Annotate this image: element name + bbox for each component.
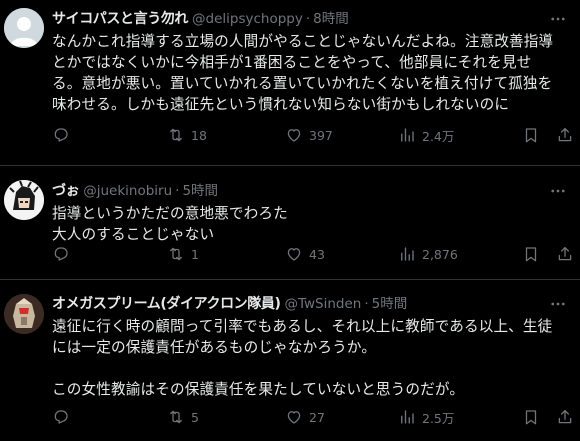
anime-character-avatar-icon bbox=[4, 180, 44, 220]
timeline-feed: サイコパスと言う勿れ @delipsychoppy · 8時間 なんかこれ指導す… bbox=[0, 0, 580, 441]
timestamp[interactable]: 8時間 bbox=[313, 9, 349, 29]
views-chart-icon bbox=[398, 126, 416, 144]
more-options-button[interactable] bbox=[548, 9, 568, 29]
display-name[interactable]: づぉ bbox=[52, 181, 80, 201]
separator-dot: · bbox=[364, 296, 369, 312]
timestamp[interactable]: 5時間 bbox=[182, 181, 218, 201]
display-name[interactable]: オメガスプリーム(ダイアクロン隊員) bbox=[52, 294, 281, 314]
timestamp[interactable]: 5時間 bbox=[372, 294, 408, 314]
robot-avatar-icon bbox=[4, 294, 44, 334]
more-horizontal-icon bbox=[551, 302, 565, 306]
reply-button[interactable] bbox=[52, 245, 76, 263]
tweet-text: 指導というかただの意地悪でわろた 大人のすることじゃない bbox=[52, 205, 288, 243]
tweet-text: なんかこれ指導する立場の人間がやることじゃないんだよね。注意改善指導 とかではな… bbox=[52, 33, 554, 113]
views-button[interactable]: 2.4万 bbox=[398, 126, 454, 145]
heart-icon bbox=[285, 408, 303, 426]
views-count: 2.5万 bbox=[422, 410, 455, 426]
share-button[interactable] bbox=[556, 408, 574, 426]
retweet-button[interactable]: 5 bbox=[167, 408, 199, 426]
retweet-count: 1 bbox=[191, 246, 199, 262]
views-count: 2.4万 bbox=[422, 128, 455, 144]
tweet[interactable]: オメガスプリーム(ダイアクロン隊員) @TwSinden · 5時間 遠征に行く… bbox=[0, 280, 580, 441]
avatar[interactable] bbox=[4, 8, 44, 48]
reply-icon bbox=[52, 408, 70, 426]
heart-icon bbox=[285, 126, 303, 144]
bookmark-icon bbox=[522, 245, 540, 263]
tweet-header: サイコパスと言う勿れ @delipsychoppy · 8時間 bbox=[52, 9, 570, 29]
more-options-button[interactable] bbox=[548, 294, 568, 314]
heart-icon bbox=[285, 245, 303, 263]
tweet[interactable]: サイコパスと言う勿れ @delipsychoppy · 8時間 なんかこれ指導す… bbox=[0, 0, 580, 166]
like-button[interactable]: 27 bbox=[285, 408, 325, 426]
avatar[interactable] bbox=[4, 294, 44, 334]
views-chart-icon bbox=[398, 408, 416, 426]
tweet[interactable]: づぉ @juekinobiru · 5時間 指導というかただの意地悪でわろた 大… bbox=[0, 166, 580, 280]
retweet-count: 18 bbox=[191, 127, 207, 143]
reply-icon bbox=[52, 245, 70, 263]
more-options-button[interactable] bbox=[548, 181, 568, 201]
more-horizontal-icon bbox=[551, 189, 565, 193]
retweet-button[interactable]: 1 bbox=[167, 245, 199, 263]
reply-button[interactable] bbox=[52, 408, 76, 426]
like-count: 43 bbox=[309, 246, 325, 262]
share-icon bbox=[556, 408, 574, 426]
share-icon bbox=[556, 126, 574, 144]
user-handle[interactable]: @TwSinden bbox=[284, 294, 361, 314]
tweet-actions: 1 43 2,876 bbox=[52, 244, 572, 264]
separator-dot: · bbox=[175, 183, 180, 199]
separator-dot: · bbox=[305, 11, 311, 27]
share-button[interactable] bbox=[556, 245, 574, 263]
retweet-icon bbox=[167, 245, 185, 263]
reply-icon bbox=[52, 126, 70, 144]
retweet-count: 5 bbox=[191, 409, 199, 425]
tweet-header: づぉ @juekinobiru · 5時間 bbox=[52, 181, 570, 201]
retweet-button[interactable]: 18 bbox=[167, 126, 207, 144]
default-avatar-icon bbox=[4, 8, 44, 48]
like-count: 397 bbox=[309, 127, 333, 143]
tweet-header: オメガスプリーム(ダイアクロン隊員) @TwSinden · 5時間 bbox=[52, 294, 570, 314]
display-name[interactable]: サイコパスと言う勿れ bbox=[52, 9, 188, 29]
like-button[interactable]: 43 bbox=[285, 245, 325, 263]
bookmark-icon bbox=[522, 408, 540, 426]
tweet-content: づぉ @juekinobiru · 5時間 指導というかただの意地悪でわろた 大… bbox=[52, 181, 570, 245]
user-handle[interactable]: @juekinobiru bbox=[83, 181, 172, 201]
like-button[interactable]: 397 bbox=[285, 126, 333, 144]
user-handle[interactable]: @delipsychoppy bbox=[192, 9, 303, 29]
retweet-icon bbox=[167, 126, 185, 144]
bookmark-button[interactable] bbox=[522, 408, 540, 426]
views-button[interactable]: 2.5万 bbox=[398, 408, 454, 427]
like-count: 27 bbox=[309, 409, 325, 425]
tweet-text: 遠征に行く時の顧問って引率でもあるし、それ以上に教師である以上、生徒 には一定の… bbox=[52, 318, 553, 398]
tweet-actions: 18 397 2.4万 bbox=[52, 125, 572, 145]
tweet-content: サイコパスと言う勿れ @delipsychoppy · 8時間 なんかこれ指導す… bbox=[52, 9, 570, 115]
share-icon bbox=[556, 245, 574, 263]
views-count: 2,876 bbox=[422, 246, 458, 262]
views-chart-icon bbox=[398, 245, 416, 263]
views-button[interactable]: 2,876 bbox=[398, 245, 458, 263]
retweet-icon bbox=[167, 408, 185, 426]
tweet-content: オメガスプリーム(ダイアクロン隊員) @TwSinden · 5時間 遠征に行く… bbox=[52, 294, 570, 400]
more-horizontal-icon bbox=[551, 17, 565, 21]
bookmark-icon bbox=[522, 126, 540, 144]
tweet-actions: 5 27 2.5万 bbox=[52, 407, 572, 427]
bookmark-button[interactable] bbox=[522, 126, 540, 144]
reply-button[interactable] bbox=[52, 126, 76, 144]
share-button[interactable] bbox=[556, 126, 574, 144]
bookmark-button[interactable] bbox=[522, 245, 540, 263]
avatar[interactable] bbox=[4, 180, 44, 220]
